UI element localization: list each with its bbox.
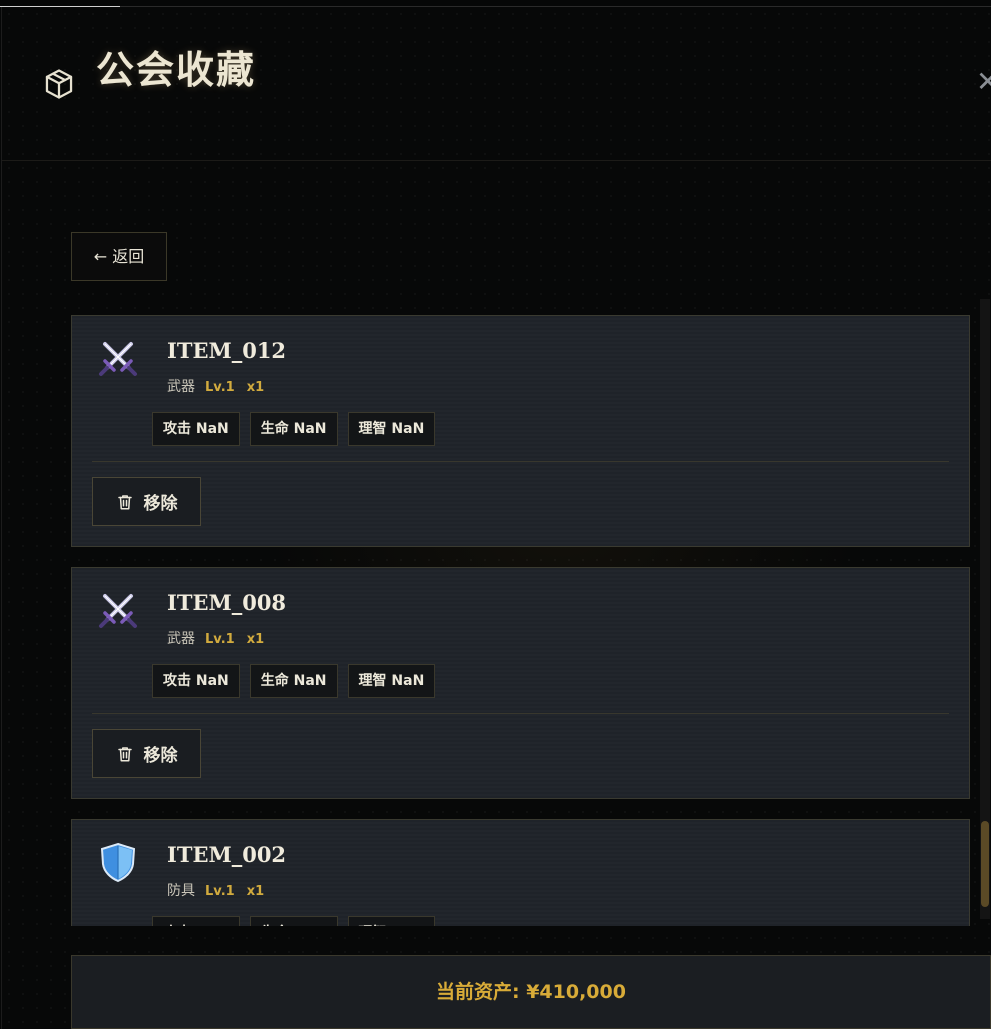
stat-attack: 攻击 NaN <box>152 664 240 698</box>
box-icon <box>45 69 73 99</box>
item-stats: 攻击 NaN 生命 NaN 理智 NaN <box>152 916 436 926</box>
remove-button[interactable]: 移除 <box>92 729 201 778</box>
back-button[interactable]: ← 返回 <box>71 232 167 281</box>
item-card: ITEM_012 武器 Lv.1 x1 攻击 NaN 生命 NaN 理智 NaN 移… <box>71 315 970 547</box>
stat-attack: 攻击 NaN <box>152 412 240 446</box>
stat-health: 生命 NaN <box>249 664 338 698</box>
item-name: ITEM_012 <box>167 338 287 363</box>
guild-collection-modal: 公会收藏 ✕ ← 返回 ITEM_012 武器 Lv.1 x1 攻击 NaN 生… <box>1 7 991 1029</box>
crossed-swords-icon <box>99 594 137 628</box>
item-meta: 武器 Lv.1 x1 <box>167 628 264 648</box>
item-meta: 防具 Lv.1 x1 <box>167 880 264 900</box>
item-quantity: x1 <box>246 632 265 647</box>
item-card: ITEM_002 防具Lv.1x1 攻击 NaN 生命 NaN 理智 NaN 移… <box>71 819 970 926</box>
stat-sanity: 理智 NaN <box>347 664 436 698</box>
item-level: Lv.1 <box>205 884 235 899</box>
stat-attack: 攻击 NaN <box>152 916 240 926</box>
item-card: ITEM_008 武器 Lv.1 x1 攻击 NaN 生命 NaN 理智 NaN 移… <box>71 567 970 799</box>
item-level: Lv.1 <box>205 632 235 647</box>
item-name: ITEM_002 <box>167 842 287 867</box>
item-stats: 攻击 NaN 生命 NaN 理智 NaN <box>152 664 436 698</box>
close-button[interactable]: ✕ <box>976 67 991 97</box>
item-quantity: x1 <box>246 884 265 899</box>
stat-health: 生命 NaN <box>249 412 338 446</box>
remove-button-label: 移除 <box>143 746 178 766</box>
item-level: Lv.1 <box>205 380 235 395</box>
card-divider <box>92 713 949 714</box>
trash-icon <box>117 494 132 509</box>
remove-button[interactable]: 移除 <box>92 477 201 526</box>
scrollbar-thumb[interactable] <box>981 821 989 907</box>
assets-footer: 当前资产: ¥410,000 <box>71 955 991 1029</box>
stat-sanity: 理智 NaN <box>347 412 436 446</box>
favorites-list: ITEM_012 武器 Lv.1 x1 攻击 NaN 生命 NaN 理智 NaN 移… <box>71 315 971 926</box>
remove-button-label: 移除 <box>143 494 178 514</box>
card-divider <box>92 461 949 462</box>
item-category: 武器 <box>167 631 195 647</box>
item-meta: 武器 Lv.1 x1 <box>167 376 264 396</box>
crossed-swords-icon <box>99 342 137 376</box>
item-category: 武器 <box>167 379 195 395</box>
item-category: 防具 <box>167 883 195 899</box>
item-name: ITEM_008 <box>167 590 287 615</box>
stat-health: 生命 NaN <box>249 916 338 926</box>
item-quantity: x1 <box>246 380 265 395</box>
page-title: 公会收藏 <box>96 47 257 92</box>
current-assets: 当前资产: ¥410,000 <box>436 981 626 1003</box>
stat-sanity: 理智 NaN <box>347 916 436 926</box>
item-stats: 攻击 NaN 生命 NaN 理智 NaN <box>152 412 436 446</box>
modal-header: 公会收藏 ✕ <box>2 7 991 161</box>
trash-icon <box>117 746 132 761</box>
shield-icon <box>100 842 136 883</box>
